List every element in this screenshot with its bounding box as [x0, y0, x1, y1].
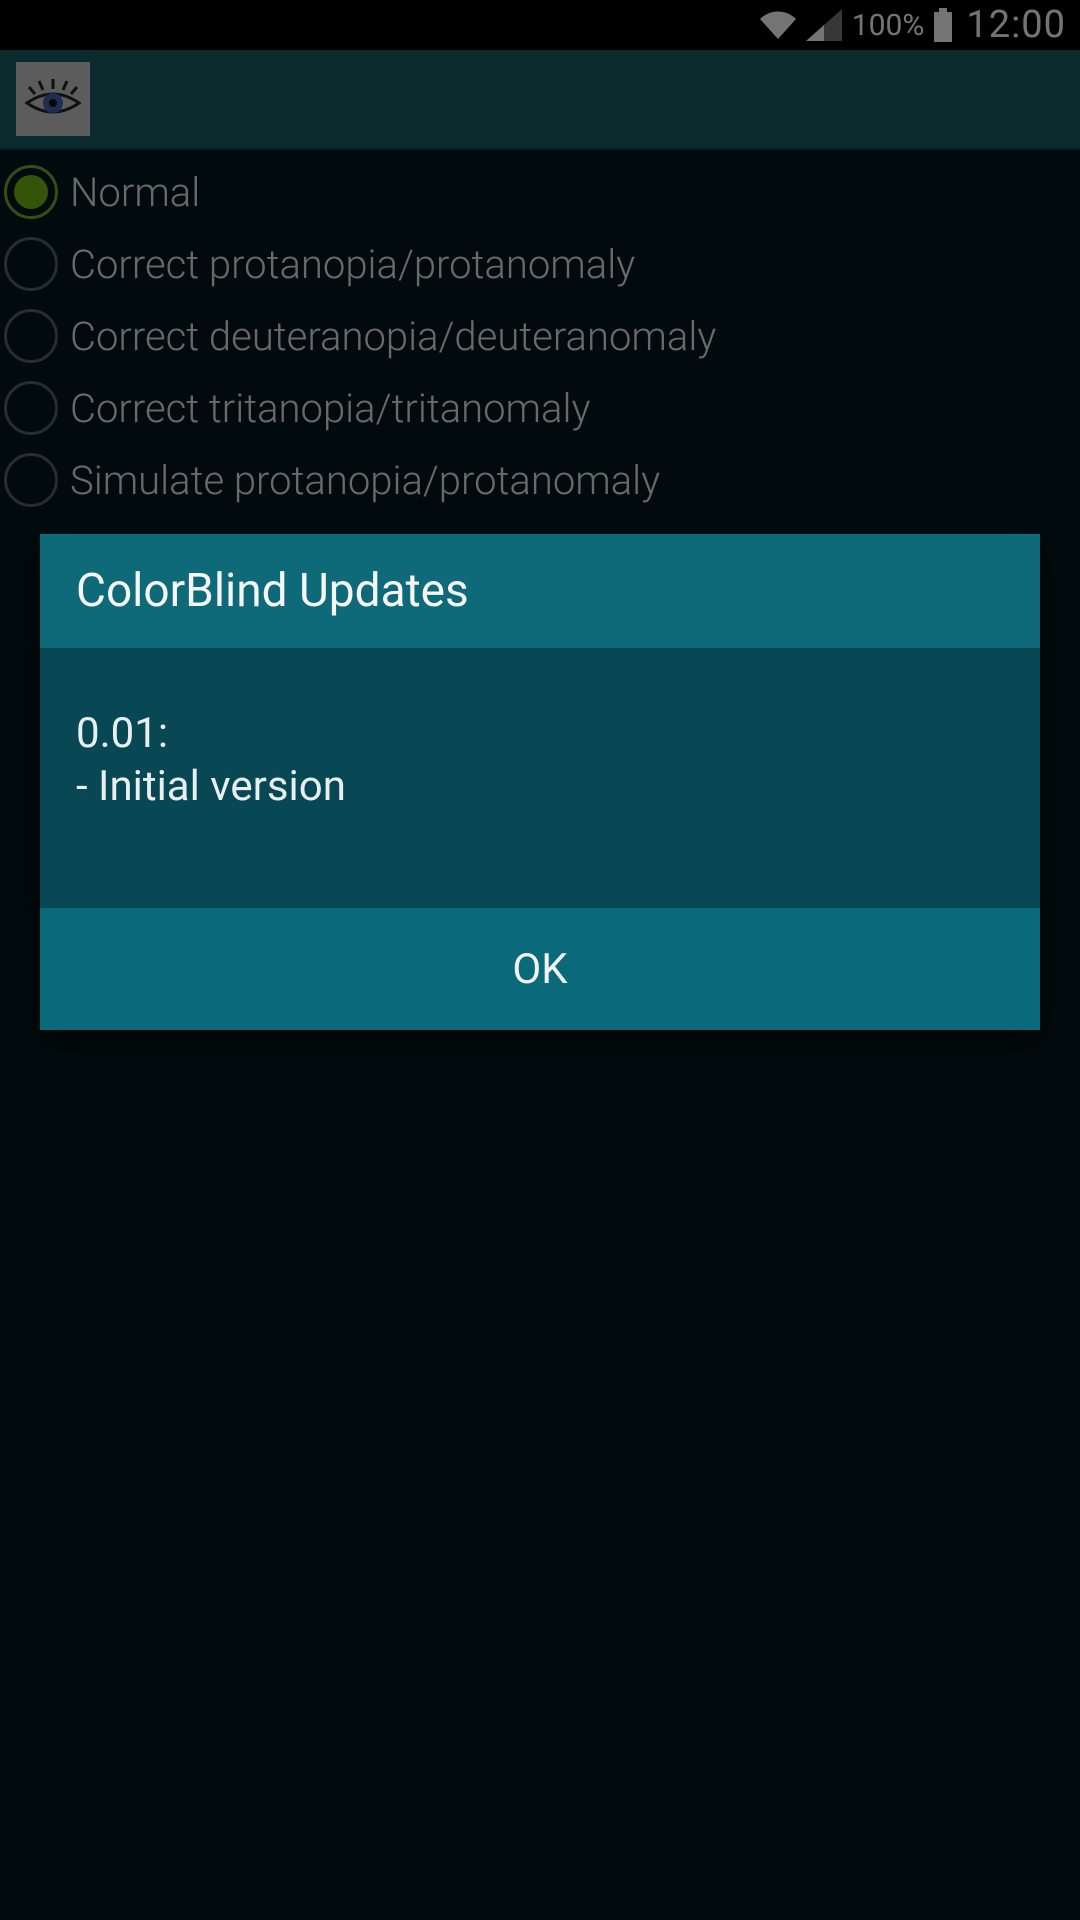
ok-button[interactable]: OK: [40, 908, 1040, 1030]
dialog-footer: OK: [40, 908, 1040, 1030]
updates-dialog: ColorBlind Updates 0.01: - Initial versi…: [40, 534, 1040, 1030]
dialog-body: 0.01: - Initial version: [40, 648, 1040, 908]
dialog-title: ColorBlind Updates: [40, 534, 1040, 648]
